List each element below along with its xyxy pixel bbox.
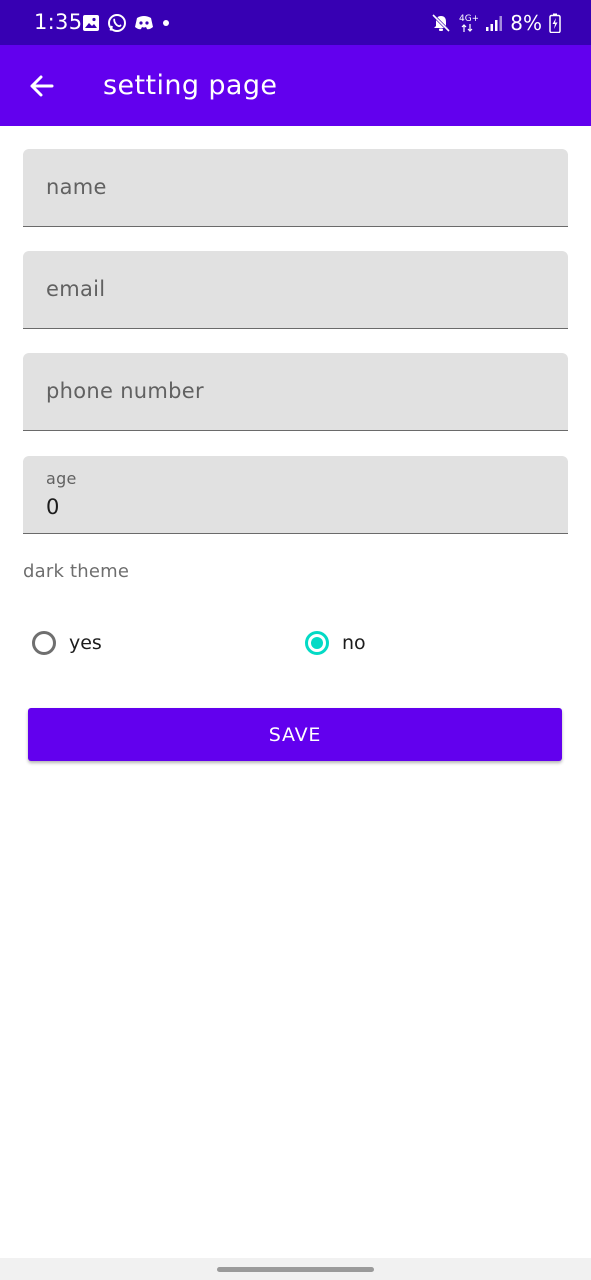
arrow-left-icon [28, 73, 54, 99]
radio-no-label: no [342, 632, 366, 654]
email-field-placeholder: email [46, 277, 106, 301]
dark-theme-label: dark theme [23, 561, 130, 582]
phone-number-field[interactable]: phone number [23, 353, 568, 431]
gallery-icon [82, 14, 100, 32]
email-field[interactable]: email [23, 251, 568, 329]
dot-icon [161, 18, 171, 28]
status-bar: 1:35 4G+ 8% [0, 0, 591, 45]
battery-icon [549, 13, 561, 33]
back-button[interactable] [20, 65, 62, 107]
system-icons: 4G+ 8% [431, 10, 561, 36]
whatsapp-icon [107, 13, 127, 33]
age-field-value: 0 [46, 495, 60, 519]
phone-number-field-placeholder: phone number [46, 379, 204, 403]
network-4g-icon: 4G+ [458, 12, 478, 34]
radio-yes[interactable]: yes [32, 627, 102, 659]
age-field-label: age [46, 469, 77, 488]
battery-percent: 8% [510, 11, 542, 35]
app-bar: setting page [0, 45, 591, 126]
signal-icon [485, 14, 503, 32]
name-field[interactable]: name [23, 149, 568, 227]
discord-icon [134, 14, 154, 32]
page-title: setting page [103, 70, 278, 101]
radio-no[interactable]: no [305, 627, 366, 659]
radio-unchecked-icon [32, 631, 56, 655]
navigation-gesture-area [0, 1258, 591, 1280]
name-field-placeholder: name [46, 175, 107, 199]
notification-icons [82, 12, 171, 34]
save-button[interactable]: SAVE [28, 708, 562, 761]
network-label: 4G+ [459, 14, 478, 24]
radio-checked-icon [305, 631, 329, 655]
mute-icon [431, 13, 451, 33]
age-field[interactable]: age 0 [23, 456, 568, 534]
status-time: 1:35 [34, 10, 83, 34]
radio-yes-label: yes [69, 632, 102, 654]
gesture-handle[interactable] [217, 1267, 374, 1272]
